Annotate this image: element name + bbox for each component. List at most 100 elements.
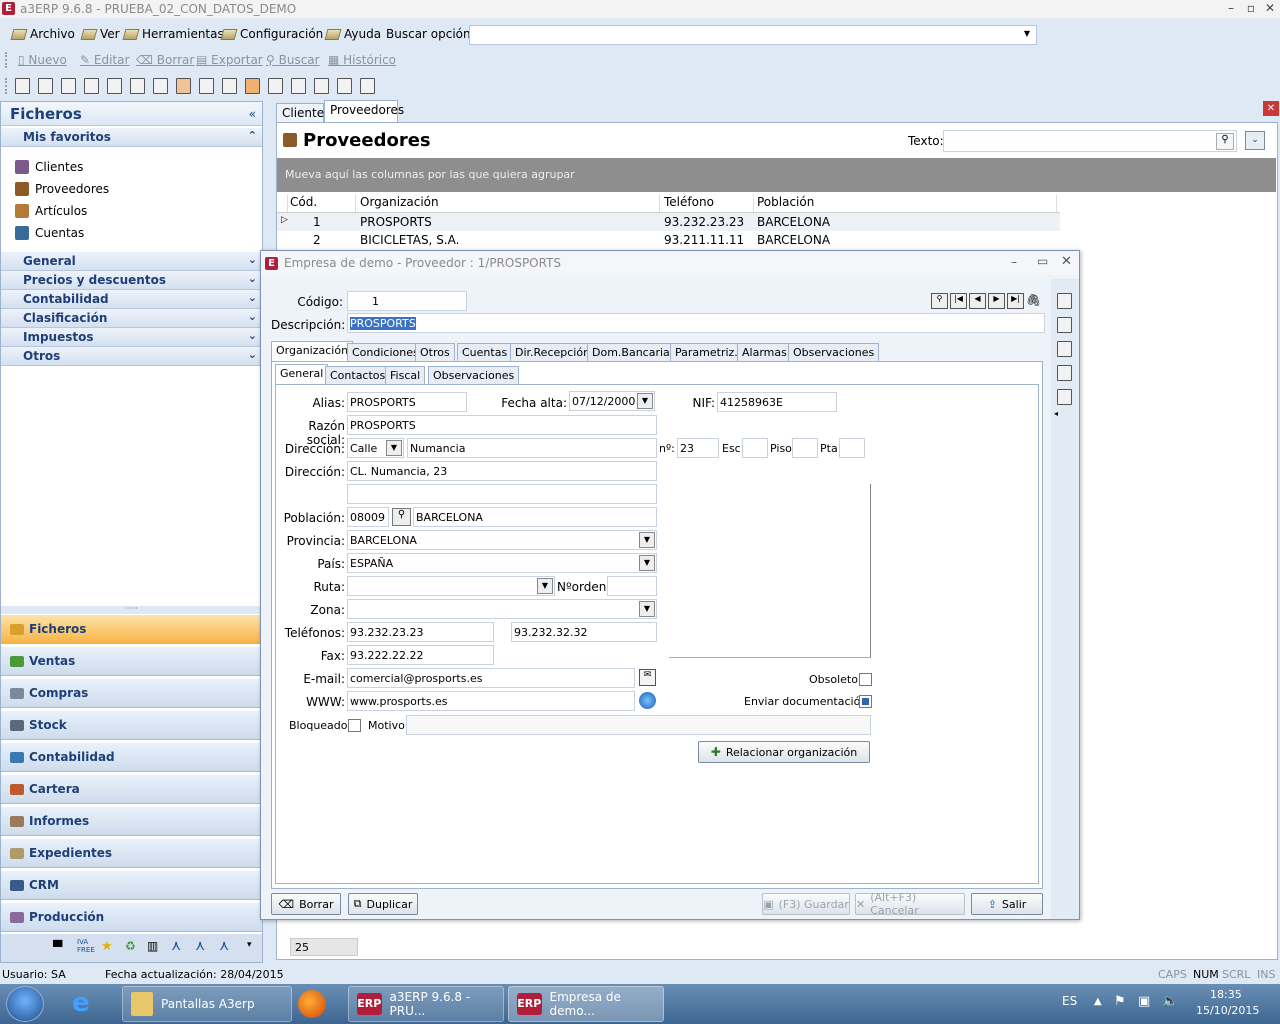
norden-field[interactable] xyxy=(607,576,657,596)
subtab-general[interactable]: General xyxy=(275,364,329,385)
direccion2-field[interactable]: CL. Numancia, 23 xyxy=(347,461,657,481)
borrar-toolbar-button[interactable]: ⌫ Borrar xyxy=(136,53,194,67)
chevron-down-icon[interactable]: ▼ xyxy=(1024,29,1030,38)
documents-icon[interactable] xyxy=(107,78,122,94)
person-icon[interactable] xyxy=(176,78,191,94)
zona-select[interactable]: ▼ xyxy=(347,599,657,619)
search-option-input[interactable]: ▼ xyxy=(469,25,1037,45)
fav-articulos[interactable]: Artículos xyxy=(15,204,87,218)
documents-icon[interactable] xyxy=(1057,293,1072,309)
database-icon[interactable] xyxy=(337,78,352,94)
duplicar-button[interactable]: ⧉ Duplicar xyxy=(348,893,418,915)
chevron-down-icon[interactable]: ▼ xyxy=(637,393,653,409)
a3-icon[interactable]: ⋏ xyxy=(171,938,181,954)
start-button[interactable] xyxy=(6,986,44,1022)
menu-ver[interactable]: Ver xyxy=(80,27,120,41)
section-precios[interactable]: Precios y descuentos ⌄ xyxy=(1,271,262,290)
cp-field[interactable]: 08009 xyxy=(347,507,389,527)
module-cartera[interactable]: Cartera xyxy=(1,774,262,804)
texto-input[interactable] xyxy=(943,130,1237,152)
provincia-select[interactable]: BARCELONA ▼ xyxy=(347,530,657,550)
search-icon[interactable]: ⚲ xyxy=(392,508,411,526)
poblacion-field[interactable]: BARCELONA xyxy=(413,507,657,527)
section-impuestos[interactable]: Impuestos ⌄ xyxy=(1,328,262,347)
tab-otros[interactable]: Otros xyxy=(415,343,455,362)
taskbar-pantallas[interactable]: Pantallas A3erp xyxy=(122,986,292,1022)
list-icon[interactable] xyxy=(291,78,306,94)
bars-icon[interactable]: ▥ xyxy=(147,939,158,953)
col-header-telefono[interactable]: Teléfono xyxy=(664,195,754,212)
module-stock[interactable]: Stock xyxy=(1,710,262,740)
group-by-area[interactable]: Mueva aquí las columnas por las que quie… xyxy=(277,158,1276,192)
section-contabilidad[interactable]: Contabilidad ⌄ xyxy=(1,290,262,309)
a3-icon[interactable]: ⋏ xyxy=(195,938,205,954)
clock-date[interactable]: 15/10/2015 xyxy=(1196,1004,1259,1017)
tab-organizacion[interactable]: Organización xyxy=(271,341,354,362)
numero-field[interactable]: 23 xyxy=(677,438,719,458)
esc-field[interactable] xyxy=(742,438,768,458)
table-row[interactable]: ▷ 1 PROSPORTS 93.232.23.23 BARCELONA xyxy=(277,213,1060,231)
menu-ayuda[interactable]: Ayuda xyxy=(324,27,381,41)
tab-observaciones[interactable]: Observaciones xyxy=(788,343,880,362)
collapse-icon[interactable]: « xyxy=(249,107,256,121)
module-informes[interactable]: Informes xyxy=(1,806,262,836)
guardar-button[interactable]: ▣ (F3) Guardar xyxy=(762,893,850,915)
minimize-button[interactable]: – xyxy=(1220,1,1242,17)
www-field[interactable]: www.prosports.es xyxy=(347,691,635,711)
table-row[interactable]: 2 BICICLETAS, S.A. 93.211.11.11 BARCELON… xyxy=(277,231,1060,249)
col-header-organizacion[interactable]: Organización xyxy=(360,195,660,212)
tab-dir-recepcion[interactable]: Dir.Recepción xyxy=(510,343,596,362)
chevron-down-icon[interactable]: ▼ xyxy=(639,555,655,571)
subtab-observaciones[interactable]: Observaciones xyxy=(428,366,520,385)
ruta-select[interactable]: ▼ xyxy=(347,576,555,596)
search-record-icon[interactable]: ⚲ xyxy=(931,293,948,309)
chart-icon[interactable] xyxy=(130,78,145,94)
tray-arrow-icon[interactable]: ▲ xyxy=(1094,996,1102,1007)
search-icon[interactable]: ⚲ xyxy=(1216,133,1234,150)
minimize-button[interactable]: – xyxy=(1011,255,1017,269)
next-record-icon[interactable]: ▶ xyxy=(988,293,1005,309)
tab-proveedores[interactable]: Proveedores xyxy=(324,100,404,123)
gear-icon[interactable] xyxy=(245,78,260,94)
enviar-documentacion-checkbox[interactable] xyxy=(859,695,872,708)
cuentas-icon[interactable] xyxy=(84,78,99,94)
section-otros[interactable]: Otros ⌄ xyxy=(1,347,262,366)
editar-button[interactable]: ✎ Editar xyxy=(80,53,129,67)
clientes-icon[interactable] xyxy=(15,78,30,94)
calle-field[interactable]: Numancia xyxy=(407,438,657,458)
fav-clientes[interactable]: Clientes xyxy=(15,160,83,174)
menu-archivo[interactable]: Archivo xyxy=(10,27,75,41)
direccion3-field[interactable] xyxy=(347,484,657,504)
flag-icon[interactable]: ⚑ xyxy=(1114,994,1126,1009)
borrar-button[interactable]: ⌫ Borrar xyxy=(271,893,341,915)
chevron-down-icon[interactable]: ▼ xyxy=(386,440,402,456)
recycle-icon[interactable]: ♻ xyxy=(125,939,136,953)
firefox-icon[interactable] xyxy=(298,990,326,1018)
descripcion-field[interactable]: PROSPORTS xyxy=(347,313,1045,333)
calculator-icon[interactable] xyxy=(222,78,237,94)
favorites-section[interactable]: Mis favoritos ⌃ xyxy=(1,128,262,147)
tab-alarmas[interactable]: Alarmas xyxy=(737,343,792,362)
monitor-icon[interactable]: ▀ xyxy=(53,940,62,954)
database-icon[interactable] xyxy=(1057,365,1072,381)
obsoleto-checkbox[interactable] xyxy=(859,673,872,686)
buscar-button[interactable]: ⚲ Buscar xyxy=(266,53,320,67)
barcode-icon[interactable] xyxy=(199,78,214,94)
subtab-contactos[interactable]: Contactos xyxy=(325,366,391,385)
volume-icon[interactable]: 🔈 xyxy=(1162,994,1178,1009)
tab-clientes[interactable]: Clientes xyxy=(276,103,330,123)
pais-select[interactable]: ESPAÑA ▼ xyxy=(347,553,657,573)
labels-icon[interactable] xyxy=(1057,341,1072,357)
splitter-handle[interactable]: ····· xyxy=(1,605,262,614)
salir-button[interactable]: ⇪ Salir xyxy=(971,893,1043,915)
section-general[interactable]: General ⌄ xyxy=(1,252,262,271)
codigo-field[interactable]: 1 xyxy=(347,291,467,311)
collapse-icon[interactable]: ◂ xyxy=(1054,409,1058,418)
fav-proveedores[interactable]: Proveedores xyxy=(15,182,109,196)
proveedores-icon[interactable] xyxy=(38,78,53,94)
telefono1-field[interactable]: 93.232.23.23 xyxy=(347,622,494,642)
last-record-icon[interactable]: ▶| xyxy=(1007,293,1024,309)
module-contabilidad[interactable]: Contabilidad xyxy=(1,742,262,772)
fax-field[interactable]: 93.222.22.22 xyxy=(347,645,494,665)
module-crm[interactable]: CRM xyxy=(1,870,262,900)
